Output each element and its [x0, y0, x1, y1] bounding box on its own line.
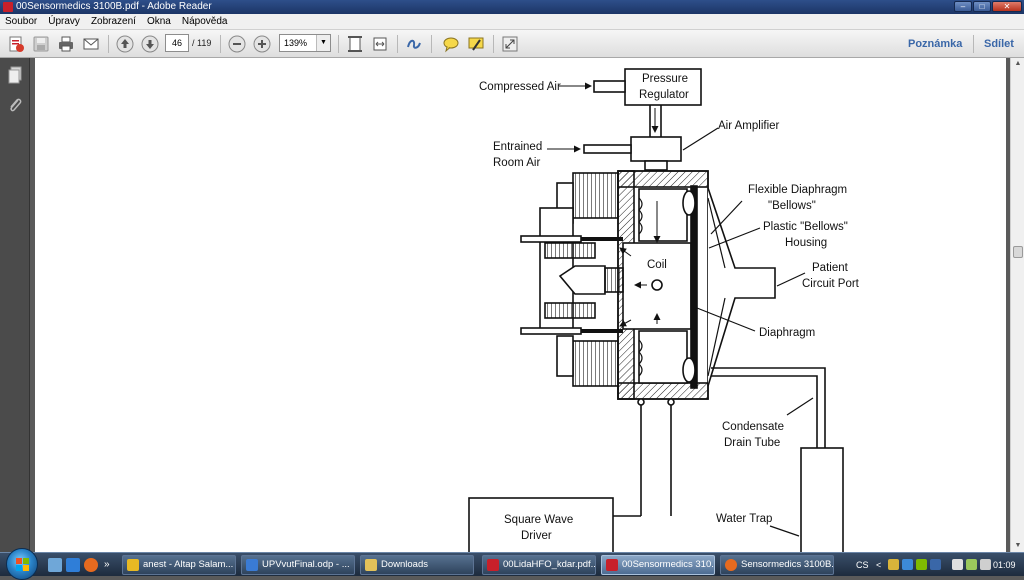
taskbar-item-anest[interactable]: anest - Altap Salam...	[122, 555, 236, 575]
network-icon[interactable]	[952, 559, 963, 570]
previous-page-icon[interactable]	[115, 34, 135, 54]
taskbar-item-sensormedics-pdf[interactable]: 00Sensormedics 310...	[601, 555, 715, 575]
label-air-amplifier: Air Amplifier	[718, 120, 780, 132]
language-indicator[interactable]: CS	[856, 553, 869, 577]
label-pressure-regulator-2: Regulator	[639, 89, 689, 101]
label-square-wave-1: Square Wave	[504, 514, 573, 526]
label-flexible-2: "Bellows"	[768, 200, 816, 212]
oscillator-diagram: Compressed Air Pressure Regulator Air Am…	[468, 68, 860, 552]
taskbar: » anest - Altap Salam... UPVvutFinal.odp…	[0, 548, 1024, 580]
save-icon[interactable]	[31, 34, 51, 54]
expand-icon[interactable]	[500, 34, 520, 54]
pdf-icon	[487, 559, 499, 571]
scrollbar-thumb[interactable]	[1013, 246, 1023, 258]
sign-icon[interactable]	[404, 34, 424, 54]
folder-icon	[365, 559, 377, 571]
menu-view[interactable]: Zobrazení	[91, 14, 136, 29]
windows-logo-icon	[16, 558, 29, 571]
chevron-down-icon[interactable]: ▼	[316, 35, 330, 51]
pdf-icon	[606, 559, 618, 571]
scroll-down-icon[interactable]: ▼	[1011, 540, 1024, 552]
label-plastic-1: Plastic "Bellows"	[763, 221, 848, 233]
pages-icon[interactable]	[7, 66, 23, 84]
label-compressed-air: Compressed Air	[479, 81, 561, 93]
email-icon[interactable]	[81, 34, 101, 54]
menu-file[interactable]: Soubor	[5, 14, 37, 29]
label-patient-1: Patient	[812, 262, 849, 274]
taskbar-item-downloads[interactable]: Downloads	[360, 555, 474, 575]
label-flexible-1: Flexible Diaphragm	[748, 184, 847, 196]
system-tray: CS < 01:09	[850, 553, 1024, 577]
clock[interactable]: 01:09	[993, 553, 1016, 577]
taskbar-item-lidahfo[interactable]: 00LidaHFO_kdar.pdf...	[482, 555, 596, 575]
navigation-panel	[0, 58, 30, 552]
label-square-wave-2: Driver	[521, 530, 552, 542]
attachments-icon[interactable]	[7, 96, 23, 114]
quicklaunch-chevron-icon[interactable]: »	[104, 558, 118, 572]
firefox-icon[interactable]	[84, 558, 98, 572]
label-condensate-1: Condensate	[722, 421, 784, 433]
battery-icon[interactable]	[966, 559, 977, 570]
show-desktop-icon[interactable]	[48, 558, 62, 572]
highlight-icon[interactable]	[465, 34, 487, 54]
pdf-page: Compressed Air Pressure Regulator Air Am…	[35, 58, 1006, 552]
label-coil: Coil	[647, 259, 667, 271]
menu-window[interactable]: Okna	[147, 14, 171, 29]
internet-explorer-icon[interactable]	[66, 558, 80, 572]
page-number-input[interactable]: 46	[165, 34, 189, 52]
label-condensate-2: Drain Tube	[724, 437, 780, 449]
label-entrained-2: Room Air	[493, 157, 540, 169]
tray-app-icon[interactable]	[888, 559, 899, 570]
zoom-select[interactable]: 139% ▼	[279, 34, 331, 52]
close-button[interactable]: ✕	[992, 1, 1022, 12]
next-page-icon[interactable]	[140, 34, 160, 54]
maximize-button[interactable]: □	[973, 1, 991, 12]
tray-security-icon[interactable]	[916, 559, 927, 570]
menu-bar: Soubor Úpravy Zobrazení Okna Nápověda	[0, 14, 1024, 30]
zoom-out-icon[interactable]	[227, 34, 247, 54]
start-button[interactable]	[6, 548, 38, 580]
taskbar-item-upvvutfinal[interactable]: UPVvutFinal.odp - ...	[241, 555, 355, 575]
firefox-icon	[725, 559, 737, 571]
tray-update-icon[interactable]	[902, 559, 913, 570]
create-pdf-icon[interactable]	[6, 34, 26, 54]
window-title: 00Sensormedics 3100B.pdf - Adobe Reader	[16, 1, 212, 12]
print-icon[interactable]	[56, 34, 76, 54]
document-viewport[interactable]: Compressed Air Pressure Regulator Air Am…	[30, 58, 1010, 552]
impress-icon	[246, 559, 258, 571]
menu-edit[interactable]: Úpravy	[48, 14, 80, 29]
label-patient-2: Circuit Port	[802, 278, 860, 290]
taskbar-item-sensormedics-firefox[interactable]: Sensormedics 3100B...	[720, 555, 834, 575]
zoom-value: 139%	[284, 38, 308, 48]
share-link[interactable]: Sdílet	[984, 30, 1014, 58]
adobe-reader-icon	[3, 2, 13, 12]
label-entrained-1: Entrained	[493, 141, 542, 153]
volume-icon[interactable]	[980, 559, 991, 570]
altap-salamander-icon	[127, 559, 139, 571]
label-pressure-regulator-1: Pressure	[642, 73, 688, 85]
fit-page-icon[interactable]	[345, 34, 365, 54]
tray-device-icon[interactable]	[930, 559, 941, 570]
menu-help[interactable]: Nápověda	[182, 14, 228, 29]
comment-link[interactable]: Poznámka	[908, 30, 962, 58]
vertical-scrollbar[interactable]: ▲ ▼	[1010, 58, 1024, 552]
title-bar: 00Sensormedics 3100B.pdf - Adobe Reader …	[0, 0, 1024, 14]
zoom-in-icon[interactable]	[252, 34, 272, 54]
fit-width-icon[interactable]	[370, 34, 390, 54]
adobe-reader-window: 00Sensormedics 3100B.pdf - Adobe Reader …	[0, 0, 1024, 580]
comment-icon[interactable]	[440, 34, 462, 54]
scroll-up-icon[interactable]: ▲	[1011, 58, 1024, 70]
label-water-trap: Water Trap	[716, 513, 772, 525]
minimize-button[interactable]: –	[954, 1, 972, 12]
show-hidden-icons-button[interactable]: <	[876, 553, 881, 577]
label-diaphragm: Diaphragm	[759, 327, 815, 339]
page-total: / 119	[192, 38, 212, 48]
label-plastic-2: Housing	[785, 237, 827, 249]
